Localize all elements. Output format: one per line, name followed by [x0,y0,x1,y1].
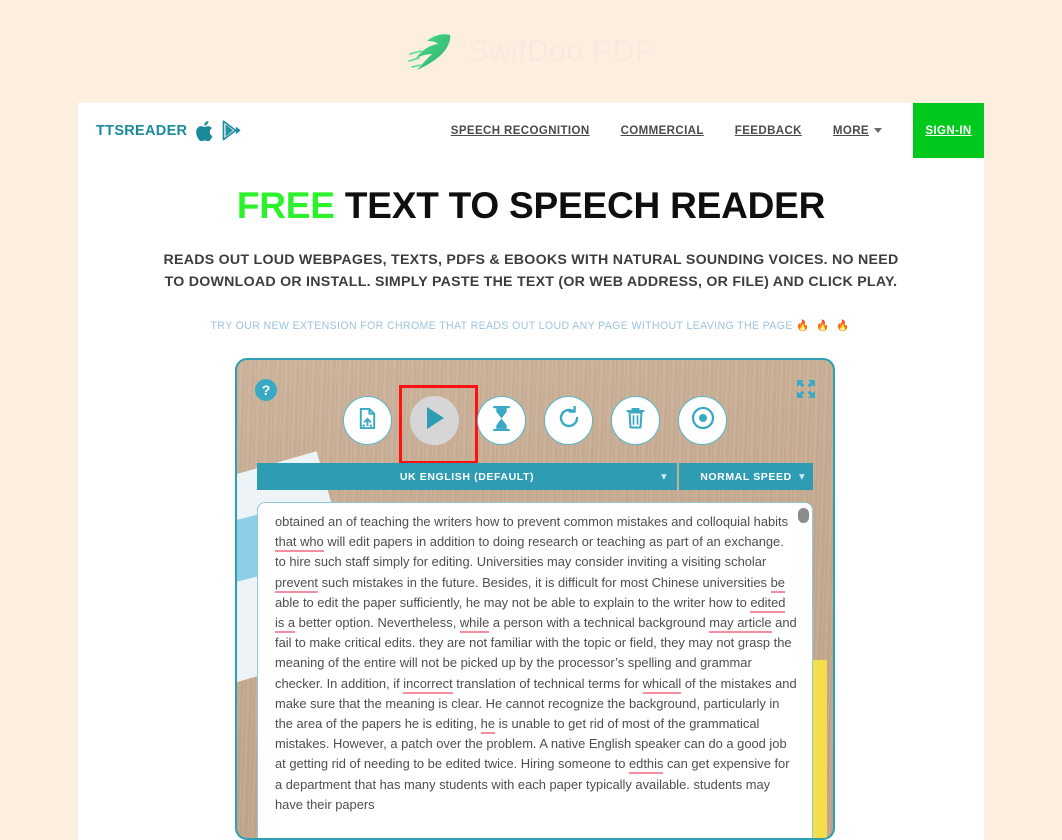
swift-bird-icon [408,32,454,72]
voice-select[interactable]: UK ENGLISH (DEFAULT) ▾ [257,463,677,490]
spelling-error-mark: may article [709,615,772,634]
file-upload-icon [356,407,379,435]
fullscreen-expand-icon[interactable] [795,378,817,400]
record-button[interactable] [678,396,727,445]
text-segment: obtained an of teaching the writers how … [275,514,789,529]
text-segment: better option. Nevertheless, [295,615,460,631]
upload-file-button[interactable] [343,396,392,445]
signin-label: SIGN-IN [925,124,972,137]
record-target-icon [691,406,715,435]
tts-player-panel: ? UK ENGLISH (DEFAULT) ▾ NORMAL SPEED ▾ … [235,358,835,840]
fire-icon: 🔥 🔥 🔥 [796,320,852,332]
signin-button[interactable]: SIGN-IN [913,103,984,158]
brand-name: TTSREADER [96,122,188,139]
clear-button[interactable] [611,396,660,445]
page-title: FREE TEXT TO SPEECH READER [78,185,984,227]
play-button[interactable] [399,385,478,464]
scrollbar-thumb[interactable] [798,508,809,523]
text-segment: will edit papers in addition to doing re… [275,534,784,570]
tts-text-content[interactable]: obtained an of teaching the writers how … [275,512,798,815]
player-toolbar [237,385,833,464]
spelling-error-mark: that who [275,534,324,553]
spelling-error-mark: he [480,716,496,735]
hero-section: FREE TEXT TO SPEECH READER READS OUT LOU… [78,158,984,332]
text-segment: such mistakes in the future. Besides, it… [318,574,771,590]
text-input-area[interactable]: obtained an of teaching the writers how … [257,502,813,838]
nav-commercial[interactable]: COMMERCIAL [621,125,704,137]
chrome-extension-promo[interactable]: TRY OUR NEW EXTENSION FOR CHROME THAT RE… [78,319,984,332]
apple-icon[interactable] [196,120,213,141]
chevron-down-icon: ▾ [799,471,805,482]
nav-speech-recognition[interactable]: SPEECH RECOGNITION [451,125,590,137]
text-segment: able to edit the paper sufficiently, he … [275,594,751,610]
hero-subtitle: READS OUT LOUD WEBPAGES, TEXTS, PDFS & E… [78,249,984,293]
nav-feedback[interactable]: FEEDBACK [735,125,802,137]
text-segment: a person with a technical background [489,615,710,631]
spelling-error-mark: be [770,574,785,593]
nav-more-label: MORE [832,124,869,137]
headline-accent: FREE [236,185,335,226]
brand-logo[interactable]: TTSREADER [96,120,242,141]
help-icon[interactable]: ? [255,379,277,401]
content-card: TTSREADER SPEECH RECOGNITION COMMERCIAL … [78,103,984,840]
spelling-error-mark: edited [750,594,786,613]
sleep-timer-button[interactable] [477,396,526,445]
spelling-error-mark: whicall [642,675,682,694]
subhead-line-1: READS OUT LOUD WEBPAGES, TEXTS, PDFS & E… [163,252,899,268]
headline-rest: TEXT TO SPEECH READER [334,185,826,226]
hourglass-icon [491,405,512,436]
speed-select-value: NORMAL SPEED [700,470,792,483]
spelling-error-mark: edthis [629,756,664,775]
spelling-error-mark: while [459,615,490,634]
trash-icon [625,407,646,435]
spelling-error-mark: is a [275,615,296,634]
google-play-icon[interactable] [222,120,242,141]
voice-select-value: UK ENGLISH (DEFAULT) [399,470,535,483]
subhead-line-2: TO DOWNLOAD OR INSTALL. SIMPLY PASTE THE… [164,274,898,290]
chevron-down-icon: ▾ [661,471,667,482]
swift-bird-icon-svg [408,33,451,70]
refresh-icon [557,405,581,435]
restart-button[interactable] [544,396,593,445]
play-icon [424,406,446,435]
text-segment: translation of technical terms for [452,675,643,691]
spelling-error-mark: incorrect [403,675,453,694]
speed-select[interactable]: NORMAL SPEED ▾ [679,463,813,490]
site-header: TTSREADER SPEECH RECOGNITION COMMERCIAL … [78,103,984,158]
spelling-error-mark: prevent [275,574,318,593]
chevron-down-icon [874,128,882,133]
main-nav: SPEECH RECOGNITION COMMERCIAL FEEDBACK M… [451,103,984,158]
swifdoo-watermark: SwifDoo PDF [0,0,1062,103]
watermark-label: SwifDoo PDF [468,34,654,68]
nav-more[interactable]: MORE [833,125,882,137]
text-scrollbar[interactable] [798,508,809,838]
player-selects: UK ENGLISH (DEFAULT) ▾ NORMAL SPEED ▾ [257,463,813,490]
promo-label: TRY OUR NEW EXTENSION FOR CHROME THAT RE… [210,320,793,332]
